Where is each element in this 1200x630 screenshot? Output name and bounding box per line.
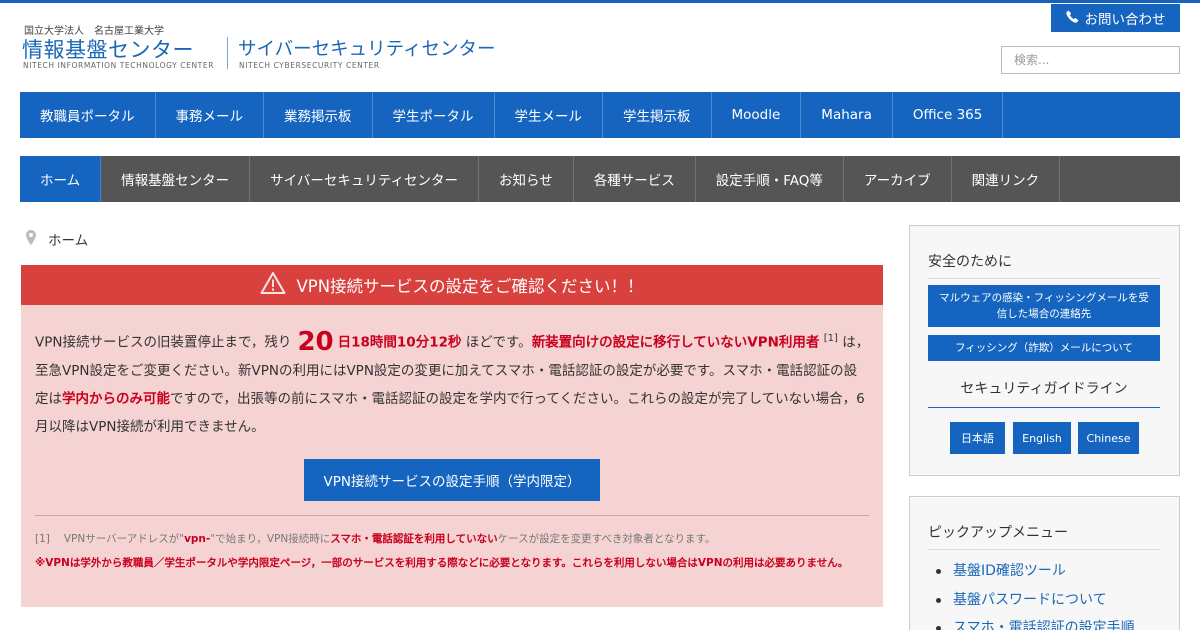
- countdown-rest: 日18時間10分12秒: [337, 334, 462, 351]
- sidebar-pickup-heading: ピックアップメニュー: [928, 525, 1068, 541]
- malware-contact-button[interactable]: マルウェアの感染・フィッシングメールを受信した場合の連絡先: [928, 285, 1160, 327]
- footnote-tag: [1]: [35, 533, 50, 545]
- main-nav-item-services[interactable]: 各種サービス: [574, 156, 696, 202]
- contact-label: お問い合わせ: [1084, 12, 1166, 28]
- vpn-alert-paragraph: VPN接続サービスの旧装置停止まで，残り 20 日18時間10分12秒 ほどです。新…: [35, 325, 870, 441]
- footnote-1: [1] VPNサーバーアドレスが"vpn-"で始まり，VPN接続時にスマホ・電話認…: [35, 531, 870, 546]
- portal-nav-item-student-mail[interactable]: 学生メール: [495, 92, 603, 138]
- site-title: 情報基盤センター: [22, 38, 194, 62]
- footnote-vpn-prefix: vpn-: [184, 533, 211, 545]
- main-nav-item-links[interactable]: 関連リンク: [952, 156, 1061, 202]
- portal-nav-item-student-board[interactable]: 学生掲示板: [603, 92, 712, 138]
- portal-nav-item-moodle[interactable]: Moodle: [712, 92, 802, 138]
- main-nav-item-news[interactable]: お知らせ: [479, 156, 574, 202]
- pickup-link-id-tool[interactable]: 基盤ID確認ツール: [936, 557, 1135, 586]
- guideline-chinese-button[interactable]: Chinese: [1078, 422, 1139, 454]
- portal-nav-item-student-portal[interactable]: 学生ポータル: [373, 92, 495, 138]
- alert-divider: [35, 515, 869, 516]
- main-nav-item-cybersecurity[interactable]: サイバーセキュリティセンター: [250, 156, 480, 202]
- main-nav-item-itc[interactable]: 情報基盤センター: [101, 156, 251, 202]
- alert-text: ほどです。: [465, 334, 532, 351]
- guideline-japanese-button[interactable]: 日本語: [950, 422, 1005, 454]
- guideline-divider: [928, 407, 1160, 408]
- contact-button[interactable]: お問い合わせ: [1051, 4, 1180, 32]
- pickup-list: 基盤ID確認ツール 基盤パスワードについて スマホ・電話認証の設定手順: [936, 557, 1135, 630]
- warning-icon: [260, 271, 286, 299]
- portal-nav-item-work-board[interactable]: 業務掲示板: [264, 92, 373, 138]
- sidebar-pickup: ピックアップメニュー 基盤ID確認ツール 基盤パスワードについて スマホ・電話認…: [909, 496, 1180, 630]
- main-nav-item-home[interactable]: ホーム: [20, 156, 102, 202]
- map-pin-icon: [26, 229, 36, 249]
- portal-nav: 教職員ポータル 事務メール 業務掲示板 学生ポータル 学生メール 学生掲示板 M…: [20, 92, 1180, 138]
- main-nav-item-faq[interactable]: 設定手順・FAQ等: [696, 156, 844, 202]
- portal-nav-item-faculty-portal[interactable]: 教職員ポータル: [20, 92, 156, 138]
- pickup-link-phone-auth[interactable]: スマホ・電話認証の設定手順: [936, 614, 1135, 630]
- logo-divider: [227, 37, 228, 69]
- site-logo[interactable]: 国立大学法人 名古屋工業大学 情報基盤センター NITECH INFORMATI…: [22, 20, 496, 72]
- portal-nav-item-office-mail[interactable]: 事務メール: [156, 92, 264, 138]
- sidebar-divider: [928, 278, 1161, 279]
- breadcrumb-current: ホーム: [48, 233, 89, 249]
- footnote-highlight: スマホ・電話認証を利用していない: [330, 533, 498, 545]
- alert-text: VPN接続サービスの旧装置停止まで，残り: [35, 334, 292, 351]
- main-nav: ホーム 情報基盤センター サイバーセキュリティセンター お知らせ 各種サービス …: [20, 156, 1180, 202]
- portal-nav-item-office365[interactable]: Office 365: [893, 92, 1004, 138]
- vpn-alert-header: VPN接続サービスの設定をご確認ください！！: [21, 265, 883, 305]
- site-subtitle: NITECH INFORMATION TECHNOLOGY CENTER: [23, 61, 215, 70]
- vpn-setup-button[interactable]: VPN接続サービスの設定手順（学内限定）: [304, 459, 600, 501]
- guideline-english-button[interactable]: English: [1013, 422, 1071, 454]
- top-accent-rule: [0, 0, 1200, 3]
- vpn-alert-body: VPN接続サービスの旧装置停止まで，残り 20 日18時間10分12秒 ほどです。新…: [21, 305, 883, 607]
- sidebar-safety: 安全のために マルウェアの感染・フィッシングメールを受信した場合の連絡先 フィッ…: [909, 225, 1180, 476]
- site2-subtitle: NITECH CYBERSECURITY CENTER: [239, 61, 380, 70]
- security-guideline-heading: セキュリティガイドライン: [960, 381, 1128, 397]
- phishing-info-button[interactable]: フィッシング（詐欺）メールについて: [928, 335, 1160, 361]
- sidebar-safety-heading: 安全のために: [928, 254, 1012, 270]
- footnote-ref[interactable]: [1]: [824, 333, 838, 344]
- footnote-text: VPNサーバーアドレスが": [63, 533, 185, 545]
- sidebar-divider: [928, 549, 1161, 550]
- search-input[interactable]: [1001, 46, 1180, 74]
- breadcrumb: ホーム: [26, 229, 88, 249]
- main-nav-item-archive[interactable]: アーカイブ: [844, 156, 952, 202]
- phone-icon: [1065, 10, 1079, 27]
- pickup-link-password[interactable]: 基盤パスワードについて: [936, 586, 1135, 615]
- alert-highlight-users: 新装置向けの設定に移行していないVPN利用者: [531, 334, 820, 351]
- footnote-text: ケースが設定を変更すべき対象者となります。: [497, 533, 716, 545]
- vpn-alert-title: VPN接続サービスの設定をご確認ください！！: [296, 277, 644, 296]
- site2-title: サイバーセキュリティセンター: [238, 39, 496, 60]
- portal-nav-item-mahara[interactable]: Mahara: [801, 92, 893, 138]
- countdown-days: 20: [297, 326, 334, 357]
- alert-highlight-oncampus: 学内からのみ可能: [62, 390, 170, 407]
- footnote-text: "で始まり，VPN接続時に: [210, 533, 331, 545]
- footnote-note: ※VPNは学外から教職員／学生ポータルや学内限定ページ，一部のサービスを利用する…: [35, 557, 849, 569]
